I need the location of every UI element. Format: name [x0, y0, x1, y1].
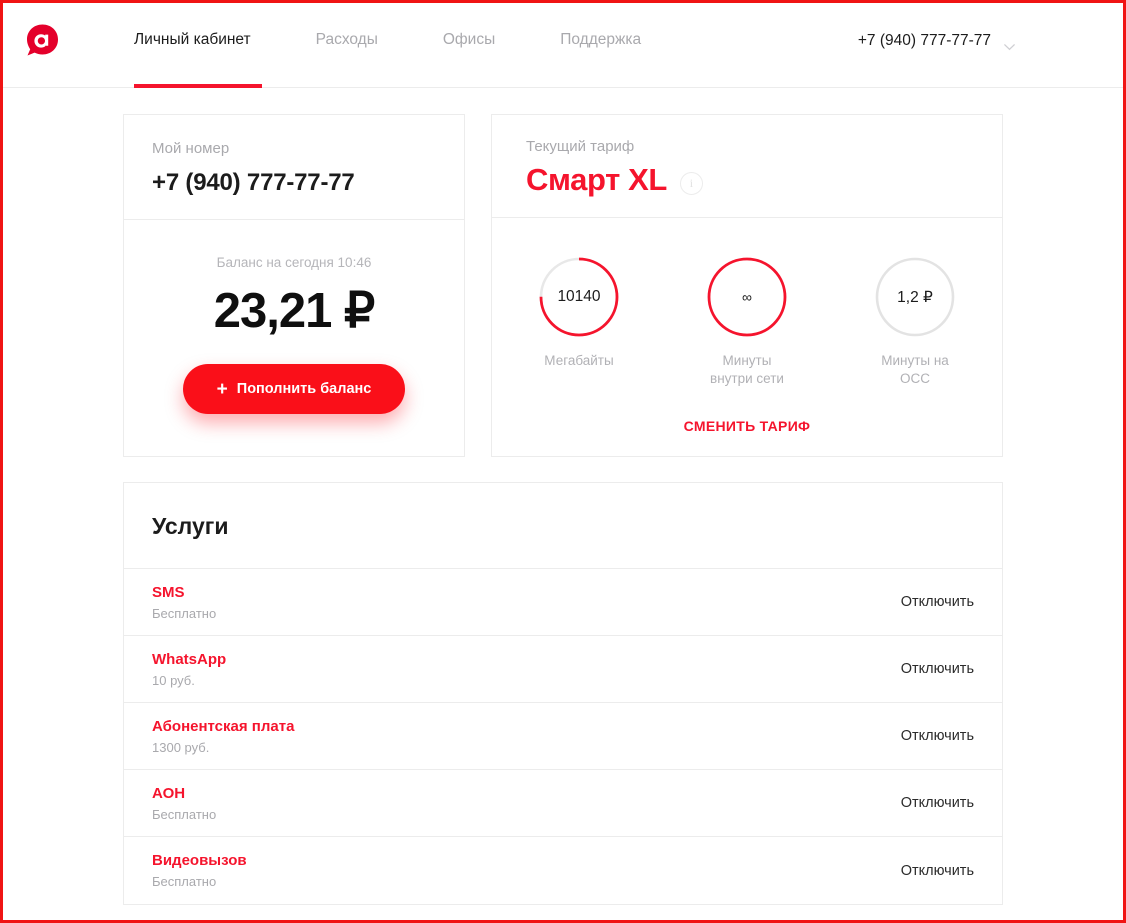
- service-disable-label: Отключить: [900, 795, 974, 811]
- service-row-subscription-fee: Абонентская плата 1300 руб. Отключить: [124, 703, 1002, 770]
- gauge-value: 1,2 ₽: [897, 288, 933, 306]
- account-phone-label: +7 (940) 777-77-77: [857, 32, 991, 49]
- service-info: Видеовызов Бесплатно: [152, 851, 247, 890]
- account-phone-dropdown[interactable]: +7 (940) 777-77-77: [858, 32, 1015, 50]
- service-info: АОН Бесплатно: [152, 784, 216, 823]
- balance-amount: 23,21 ₽: [213, 284, 375, 338]
- service-info: Абонентская плата 1300 руб.: [152, 717, 294, 756]
- service-price: 10 руб.: [152, 672, 195, 688]
- gauge-ring: 10140: [538, 256, 620, 338]
- brand-logo-icon[interactable]: [23, 22, 62, 61]
- nav-item-label: Поддержка: [560, 31, 642, 48]
- gauge-ring: ∞: [706, 256, 788, 338]
- service-row-video-call: Видеовызов Бесплатно Отключить: [124, 837, 1002, 904]
- service-disable-label: Отключить: [900, 728, 974, 744]
- service-disable-label: Отключить: [900, 661, 974, 677]
- services-card: Услуги SMS Бесплатно Отключить WhatsApp …: [123, 482, 1003, 905]
- tariff-body: 10140 Мегабайты ∞ Минуты внутри сети 1,2…: [492, 218, 1002, 456]
- tariff-header: Текущий тариф Смарт XL i: [492, 115, 1002, 218]
- gauge-caption-line2: внутри сети: [710, 371, 784, 386]
- change-tariff-label: СМЕНИТЬ ТАРИФ: [683, 418, 811, 434]
- service-row-whatsapp: WhatsApp 10 руб. Отключить: [124, 636, 1002, 703]
- top-cards-row: Мой номер +7 (940) 777-77-77 Баланс на с…: [123, 114, 1003, 457]
- gauge-caption-line1: Минуты: [722, 353, 772, 368]
- nav-item-label: Расходы: [315, 31, 378, 48]
- service-disable-label: Отключить: [900, 862, 974, 879]
- tariff-name: Смарт XL: [526, 162, 667, 197]
- service-price: Бесплатно: [152, 874, 217, 889]
- nav-item-label: Офисы: [442, 31, 496, 48]
- service-name[interactable]: Абонентская плата: [152, 717, 294, 736]
- service-disable-label: Отключить: [900, 594, 974, 610]
- gauge-in-network-minutes: ∞ Минуты внутри сети: [691, 256, 803, 388]
- my-number-header: Мой номер +7 (940) 777-77-77: [124, 115, 464, 220]
- service-disable-button[interactable]: Отключить: [901, 661, 974, 677]
- current-tariff-card: Текущий тариф Смарт XL i 10140 Мегабайты…: [491, 114, 1003, 457]
- info-icon[interactable]: i: [679, 171, 703, 195]
- topup-balance-button[interactable]: + Пополнить баланс: [182, 364, 406, 414]
- nav-item-label: Личный кабинет: [134, 31, 251, 48]
- service-row-aon: АОН Бесплатно Отключить: [124, 770, 1002, 837]
- service-price: Бесплатно: [152, 605, 217, 621]
- gauge-caption-line2: ОСС: [900, 371, 930, 386]
- gauge-caption: Минуты внутри сети: [691, 352, 803, 388]
- service-disable-button[interactable]: Отключить: [901, 795, 974, 811]
- change-tariff-link[interactable]: СМЕНИТЬ ТАРИФ: [512, 418, 982, 434]
- gauge-ring: 1,2 ₽: [874, 256, 956, 338]
- tariff-gauges: 10140 Мегабайты ∞ Минуты внутри сети 1,2…: [512, 256, 982, 388]
- chevron-down-icon: [1004, 38, 1015, 50]
- nav-item-expenses[interactable]: Расходы: [316, 30, 378, 50]
- site-header: Личный кабинет Расходы Офисы Поддержка +…: [3, 3, 1123, 88]
- tariff-name-row: Смарт XL i: [526, 161, 968, 199]
- nav-item-support[interactable]: Поддержка: [560, 30, 641, 50]
- service-info: SMS Бесплатно: [152, 583, 216, 622]
- nav-item-offices[interactable]: Офисы: [443, 30, 495, 50]
- service-name[interactable]: АОН: [152, 784, 216, 803]
- gauge-caption: Минуты на ОСС: [859, 352, 971, 388]
- service-disable-button[interactable]: Отключить: [901, 594, 974, 610]
- gauge-megabytes: 10140 Мегабайты: [523, 256, 635, 388]
- service-price: 1300 руб.: [152, 739, 210, 755]
- gauge-value: 10140: [557, 288, 601, 305]
- balance-section: Баланс на сегодня 10:46 23,21 ₽ + Пополн…: [124, 220, 464, 444]
- service-name[interactable]: WhatsApp: [152, 650, 226, 669]
- service-disable-button[interactable]: Отключить: [901, 728, 974, 744]
- gauge-value: ∞: [742, 289, 752, 305]
- service-info: WhatsApp 10 руб.: [152, 650, 226, 689]
- nav-item-personal-account[interactable]: Личный кабинет: [134, 30, 251, 50]
- balance-label: Баланс на сегодня 10:46: [216, 255, 372, 270]
- my-number-value: +7 (940) 777-77-77: [152, 169, 355, 196]
- gauge-caption: Мегабайты: [544, 353, 614, 368]
- service-name[interactable]: SMS: [152, 583, 216, 602]
- service-row-sms: SMS Бесплатно Отключить: [124, 569, 1002, 636]
- service-price: Бесплатно: [152, 806, 217, 822]
- services-title: Услуги: [152, 513, 229, 539]
- service-name[interactable]: Видеовызов: [152, 851, 247, 870]
- topup-balance-label: Пополнить баланс: [236, 381, 372, 397]
- my-number-label: Мой номер: [152, 140, 230, 157]
- my-number-card: Мой номер +7 (940) 777-77-77 Баланс на с…: [123, 114, 465, 457]
- gauge-caption-line1: Минуты на: [881, 353, 949, 368]
- plus-icon: +: [216, 378, 228, 400]
- main-nav: Личный кабинет Расходы Офисы Поддержка: [134, 30, 641, 50]
- services-header: Услуги: [124, 483, 1002, 569]
- page-root: Личный кабинет Расходы Офисы Поддержка +…: [3, 3, 1123, 920]
- service-disable-button[interactable]: Отключить: [901, 863, 974, 879]
- tariff-label: Текущий тариф: [526, 138, 635, 155]
- gauge-oss-minutes: 1,2 ₽ Минуты на ОСС: [859, 256, 971, 388]
- main-content: Мой номер +7 (940) 777-77-77 Баланс на с…: [3, 88, 1123, 905]
